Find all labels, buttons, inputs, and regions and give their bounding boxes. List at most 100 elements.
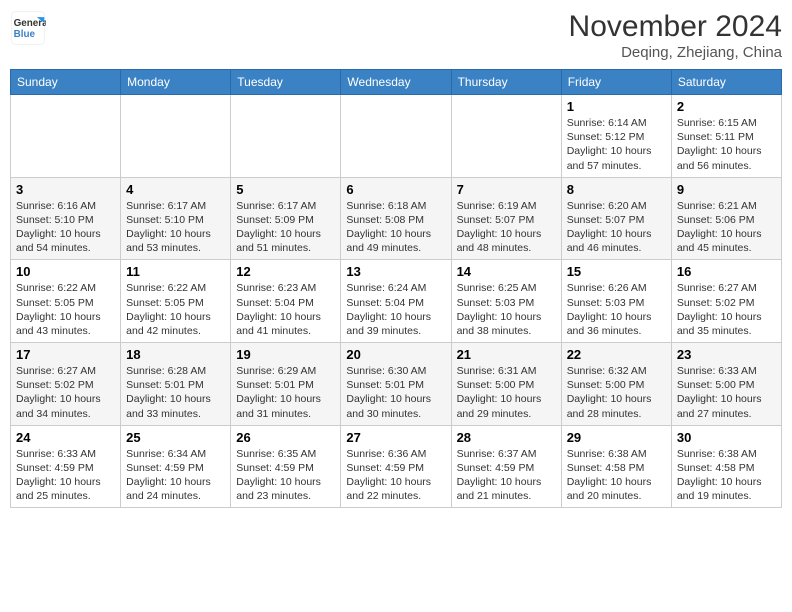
calendar-cell: 25 Sunrise: 6:34 AMSunset: 4:59 PMDayligh… [121,425,231,508]
day-info: Sunrise: 6:28 AMSunset: 5:01 PMDaylight:… [126,364,225,421]
calendar-row: 1Sunrise: 6:14 AMSunset: 5:12 PMDaylight… [11,95,782,178]
day-info: Sunrise: 6:38 AMSunset: 4:58 PMDaylight:… [677,447,776,504]
svg-text:Blue: Blue [14,29,36,40]
weekday-header: Friday [561,70,671,95]
day-info: Sunrise: 6:19 AMSunset: 5:07 PMDaylight:… [457,199,556,256]
day-info: Sunrise: 6:20 AMSunset: 5:07 PMDaylight:… [567,199,666,256]
day-number: 23 [677,347,776,362]
location-subtitle: Deqing, Zhejiang, China [569,44,782,61]
weekday-header: Tuesday [231,70,341,95]
day-info: Sunrise: 6:31 AMSunset: 5:00 PMDaylight:… [457,364,556,421]
calendar-cell: 27 Sunrise: 6:36 AMSunset: 4:59 PMDayligh… [341,425,451,508]
weekday-header: Monday [121,70,231,95]
calendar-cell: 16 Sunrise: 6:27 AMSunset: 5:02 PMDayligh… [671,260,781,343]
calendar-cell: 9 Sunrise: 6:21 AMSunset: 5:06 PMDaylight… [671,177,781,260]
day-info: Sunrise: 6:30 AMSunset: 5:01 PMDaylight:… [346,364,445,421]
calendar-cell: 17 Sunrise: 6:27 AMSunset: 5:02 PMDayligh… [11,343,121,426]
day-number: 25 [126,430,225,445]
day-info: Sunrise: 6:17 AMSunset: 5:10 PMDaylight:… [126,199,225,256]
day-info: Sunrise: 6:21 AMSunset: 5:06 PMDaylight:… [677,199,776,256]
day-info: Sunrise: 6:18 AMSunset: 5:08 PMDaylight:… [346,199,445,256]
calendar-cell: 1Sunrise: 6:14 AMSunset: 5:12 PMDaylight… [561,95,671,178]
day-info: Sunrise: 6:36 AMSunset: 4:59 PMDaylight:… [346,447,445,504]
day-number: 7 [457,182,556,197]
weekday-header: Wednesday [341,70,451,95]
calendar-cell: 21Sunrise: 6:31 AMSunset: 5:00 PMDayligh… [451,343,561,426]
day-number: 29 [567,430,666,445]
day-info: Sunrise: 6:33 AMSunset: 5:00 PMDaylight:… [677,364,776,421]
calendar-cell: 28 Sunrise: 6:37 AMSunset: 4:59 PMDayligh… [451,425,561,508]
calendar-cell: 7 Sunrise: 6:19 AMSunset: 5:07 PMDaylight… [451,177,561,260]
day-number: 6 [346,182,445,197]
day-number: 26 [236,430,335,445]
page-header: General Blue November 2024 Deqing, Zheji… [10,10,782,61]
day-number: 10 [16,264,115,279]
day-info: Sunrise: 6:16 AMSunset: 5:10 PMDaylight:… [16,199,115,256]
weekday-header: Sunday [11,70,121,95]
day-number: 28 [457,430,556,445]
logo-icon: General Blue [10,10,46,46]
day-number: 13 [346,264,445,279]
day-info: Sunrise: 6:38 AMSunset: 4:58 PMDaylight:… [567,447,666,504]
calendar-table: SundayMondayTuesdayWednesdayThursdayFrid… [10,69,782,508]
calendar-cell: 15 Sunrise: 6:26 AMSunset: 5:03 PMDayligh… [561,260,671,343]
day-number: 17 [16,347,115,362]
day-number: 15 [567,264,666,279]
day-number: 22 [567,347,666,362]
weekday-header: Thursday [451,70,561,95]
day-number: 24 [16,430,115,445]
day-number: 27 [346,430,445,445]
calendar-cell [451,95,561,178]
day-number: 4 [126,182,225,197]
calendar-cell: 6 Sunrise: 6:18 AMSunset: 5:08 PMDaylight… [341,177,451,260]
day-info: Sunrise: 6:33 AMSunset: 4:59 PMDaylight:… [16,447,115,504]
calendar-row: 3 Sunrise: 6:16 AMSunset: 5:10 PMDaylight… [11,177,782,260]
day-info: Sunrise: 6:34 AMSunset: 4:59 PMDaylight:… [126,447,225,504]
day-number: 18 [126,347,225,362]
day-number: 16 [677,264,776,279]
day-info: Sunrise: 6:23 AMSunset: 5:04 PMDaylight:… [236,281,335,338]
day-info: Sunrise: 6:22 AMSunset: 5:05 PMDaylight:… [126,281,225,338]
day-info: Sunrise: 6:37 AMSunset: 4:59 PMDaylight:… [457,447,556,504]
day-number: 20 [346,347,445,362]
day-number: 1 [567,99,666,114]
day-number: 14 [457,264,556,279]
day-info: Sunrise: 6:15 AMSunset: 5:11 PMDaylight:… [677,116,776,173]
calendar-cell: 23 Sunrise: 6:33 AMSunset: 5:00 PMDayligh… [671,343,781,426]
calendar-cell: 30 Sunrise: 6:38 AMSunset: 4:58 PMDayligh… [671,425,781,508]
logo: General Blue [10,10,46,46]
calendar-cell: 10 Sunrise: 6:22 AMSunset: 5:05 PMDayligh… [11,260,121,343]
day-number: 8 [567,182,666,197]
calendar-cell: 8 Sunrise: 6:20 AMSunset: 5:07 PMDaylight… [561,177,671,260]
day-number: 12 [236,264,335,279]
calendar-cell: 29 Sunrise: 6:38 AMSunset: 4:58 PMDayligh… [561,425,671,508]
calendar-cell: 2 Sunrise: 6:15 AMSunset: 5:11 PMDaylight… [671,95,781,178]
calendar-cell [11,95,121,178]
day-number: 3 [16,182,115,197]
calendar-cell: 12 Sunrise: 6:23 AMSunset: 5:04 PMDayligh… [231,260,341,343]
weekday-header-row: SundayMondayTuesdayWednesdayThursdayFrid… [11,70,782,95]
calendar-cell: 24 Sunrise: 6:33 AMSunset: 4:59 PMDayligh… [11,425,121,508]
day-number: 30 [677,430,776,445]
day-info: Sunrise: 6:35 AMSunset: 4:59 PMDaylight:… [236,447,335,504]
title-block: November 2024 Deqing, Zhejiang, China [569,10,782,61]
day-info: Sunrise: 6:27 AMSunset: 5:02 PMDaylight:… [16,364,115,421]
day-info: Sunrise: 6:27 AMSunset: 5:02 PMDaylight:… [677,281,776,338]
day-info: Sunrise: 6:25 AMSunset: 5:03 PMDaylight:… [457,281,556,338]
day-info: Sunrise: 6:24 AMSunset: 5:04 PMDaylight:… [346,281,445,338]
month-year-title: November 2024 [569,10,782,44]
calendar-cell: 3 Sunrise: 6:16 AMSunset: 5:10 PMDaylight… [11,177,121,260]
calendar-cell: 22 Sunrise: 6:32 AMSunset: 5:00 PMDayligh… [561,343,671,426]
calendar-cell: 26 Sunrise: 6:35 AMSunset: 4:59 PMDayligh… [231,425,341,508]
day-number: 9 [677,182,776,197]
day-info: Sunrise: 6:26 AMSunset: 5:03 PMDaylight:… [567,281,666,338]
calendar-row: 17 Sunrise: 6:27 AMSunset: 5:02 PMDayligh… [11,343,782,426]
weekday-header: Saturday [671,70,781,95]
day-info: Sunrise: 6:22 AMSunset: 5:05 PMDaylight:… [16,281,115,338]
day-number: 2 [677,99,776,114]
calendar-cell: 18 Sunrise: 6:28 AMSunset: 5:01 PMDayligh… [121,343,231,426]
calendar-cell [121,95,231,178]
day-info: Sunrise: 6:32 AMSunset: 5:00 PMDaylight:… [567,364,666,421]
calendar-cell: 19Sunrise: 6:29 AMSunset: 5:01 PMDayligh… [231,343,341,426]
calendar-row: 24 Sunrise: 6:33 AMSunset: 4:59 PMDayligh… [11,425,782,508]
